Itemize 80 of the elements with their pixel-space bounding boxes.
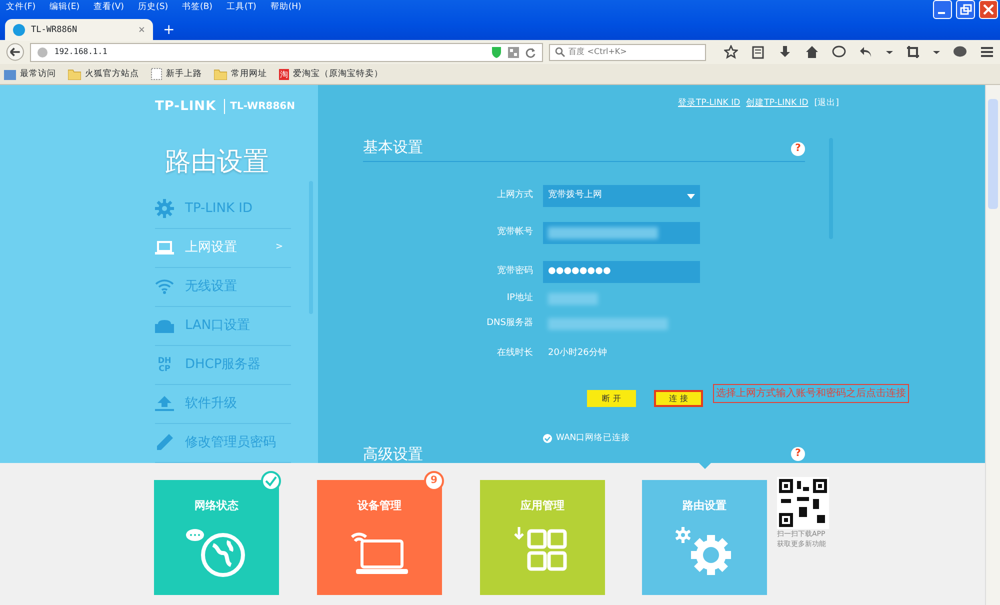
scrollbar[interactable] (985, 85, 1000, 605)
link[interactable]: 创建TP-LINK ID (746, 97, 808, 110)
blurred-value (548, 292, 598, 305)
search-icon (554, 47, 565, 57)
minimize-icon (938, 12, 945, 14)
count-badge: 9 (424, 471, 444, 491)
sidebar-title: 路由设置 (165, 146, 270, 178)
field-label: DNS服务器 (486, 317, 533, 330)
menu-tile[interactable]: 网络状态 (154, 480, 279, 595)
search-field[interactable]: 百度 <Ctrl+K> (548, 44, 706, 60)
help-icon[interactable]: ? (791, 142, 805, 156)
folder-icon (214, 68, 227, 80)
browser-tab[interactable]: TL-WR886N × (5, 19, 153, 41)
menu-item[interactable]: 文件(F) (6, 0, 36, 14)
menu-item[interactable]: 帮助(H) (270, 0, 302, 14)
dhcp-icon: DH CP (155, 356, 174, 372)
bookmark-link[interactable]: 新手上路 (166, 68, 202, 80)
qr-code-icon[interactable] (508, 46, 519, 58)
restore-button[interactable] (956, 0, 975, 19)
page-icon (151, 68, 162, 80)
upload-icon (155, 395, 174, 412)
dropdown[interactable]: 宽带拨号上网 (543, 185, 700, 207)
bookmark-link[interactable]: 爱淘宝（原淘宝特卖） (293, 68, 383, 80)
field-label: 在线时长 (496, 347, 533, 360)
taobao-icon: 淘 (279, 68, 289, 80)
laptop-icon (155, 240, 174, 255)
menu-icon[interactable] (980, 45, 994, 59)
close-button[interactable] (979, 0, 998, 19)
field-label: 上网方式 (496, 189, 533, 202)
menu-item[interactable]: 历史(S) (138, 0, 168, 14)
field-label: 宽带密码 (496, 265, 533, 278)
input-field[interactable] (543, 222, 700, 244)
field-label: IP地址 (506, 292, 533, 305)
menu-item[interactable]: 编辑(E) (50, 0, 80, 14)
shield-icon (490, 46, 502, 58)
link[interactable]: 登录TP-LINK ID (678, 97, 740, 110)
address-text: 192.168.1.1 (54, 46, 108, 58)
wifi-icon (155, 279, 174, 294)
gear-icon (155, 199, 174, 218)
new-tab-button[interactable]: + (163, 21, 175, 39)
clipboard-icon[interactable] (751, 45, 765, 59)
caret-icon (687, 194, 695, 198)
status-text: WAN口网络已连接 (556, 432, 630, 445)
annotation-note: 选择上网方式输入账号和密码之后点击连接 (713, 384, 909, 403)
section-title: 基本设置 (363, 138, 423, 156)
field-value: 20小时26分钟 (548, 347, 607, 360)
menu-tile[interactable]: 路由设置 (642, 480, 767, 595)
menu-item[interactable]: 工具(T) (226, 0, 256, 14)
qr-code-icon (777, 477, 829, 529)
download-icon[interactable] (778, 45, 792, 59)
menu-item[interactable]: 查看(V) (94, 0, 124, 14)
check-circle-icon (543, 434, 552, 443)
bookmark-link[interactable]: 常用网址 (231, 68, 267, 80)
crop-icon[interactable] (906, 45, 920, 59)
action-button[interactable]: 连 接 (654, 390, 703, 407)
reload-icon[interactable] (524, 46, 536, 58)
tab-title: TL-WR886N (31, 24, 78, 36)
star-icon[interactable] (724, 45, 738, 59)
logout-link[interactable]: [退出] (814, 97, 839, 110)
menu-item[interactable]: 书签(B) (182, 0, 212, 14)
home-icon[interactable] (805, 45, 819, 59)
chat-icon[interactable] (832, 45, 846, 59)
brand-logo: TP-LINK (155, 98, 216, 116)
folder-icon (4, 68, 16, 80)
help-icon[interactable]: ? (791, 447, 805, 461)
back-button[interactable] (6, 42, 24, 62)
field-label: 宽带帐号 (496, 226, 533, 240)
undo-icon[interactable] (859, 45, 873, 59)
minimize-button[interactable] (933, 0, 952, 19)
network-port-icon (155, 318, 174, 332)
favicon-icon (13, 24, 25, 36)
folder-icon (68, 68, 81, 80)
bookmark-link[interactable]: 火狐官方站点 (85, 68, 139, 80)
pencil-icon (155, 433, 174, 452)
password-field[interactable]: ●●●●●●●● (543, 261, 700, 283)
bookmark-link[interactable]: 最常访问 (20, 68, 56, 80)
tab-close-button[interactable]: × (138, 22, 145, 38)
section-title: 高级设置 (363, 445, 423, 463)
model-name: TL-WR886N (224, 99, 296, 114)
action-button[interactable]: 断 开 (587, 390, 636, 407)
